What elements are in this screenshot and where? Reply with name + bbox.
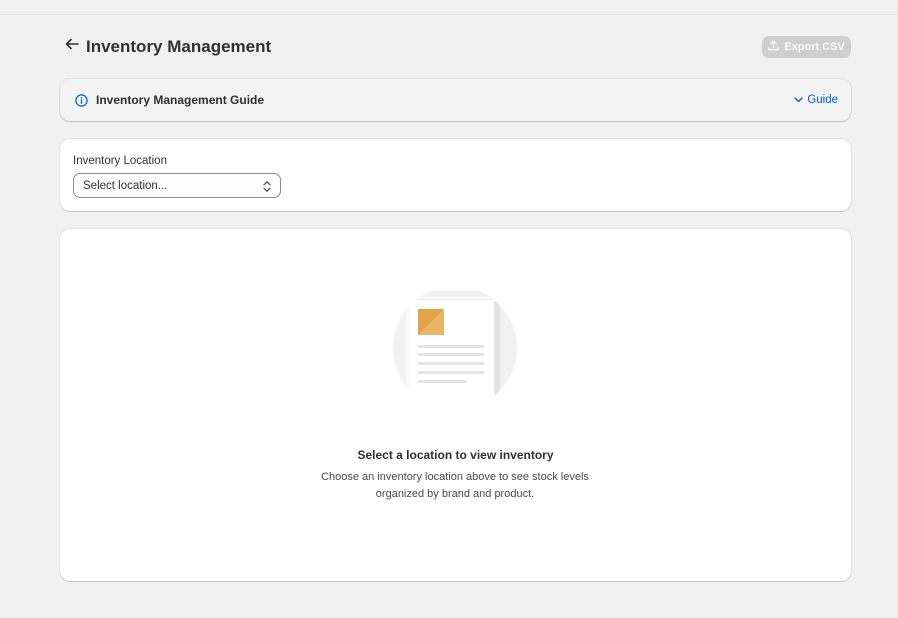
location-select-value: Select location... — [83, 180, 168, 192]
location-select[interactable]: Select location... — [73, 173, 281, 198]
guide-banner: Inventory Management Guide Guide — [60, 79, 851, 121]
location-label: Inventory Location — [73, 155, 167, 167]
empty-state-description: Choose an inventory location above to se… — [321, 471, 589, 500]
export-csv-label: Export CSV — [784, 41, 845, 53]
guide-title: Inventory Management Guide — [96, 93, 265, 107]
select-chevrons-icon — [262, 180, 272, 193]
back-button[interactable] — [62, 36, 82, 56]
empty-state-heading: Select a location to view inventory — [357, 448, 554, 462]
guide-toggle-label: Guide — [807, 94, 838, 106]
guide-toggle-button[interactable]: Guide — [794, 93, 838, 107]
page-title: Inventory Management — [86, 37, 272, 56]
export-csv-button[interactable]: Export CSV — [762, 36, 851, 58]
info-icon — [75, 94, 88, 107]
page-header: Inventory Management Export CSV — [60, 34, 851, 60]
arrow-left-icon — [65, 37, 79, 55]
document-illustration — [392, 286, 522, 409]
location-card: Inventory Location Select location... — [60, 139, 851, 211]
empty-state-card: Select a location to view inventory Choo… — [60, 229, 851, 581]
top-divider — [0, 14, 898, 15]
upload-icon — [768, 40, 779, 54]
chevron-down-icon — [794, 93, 804, 107]
